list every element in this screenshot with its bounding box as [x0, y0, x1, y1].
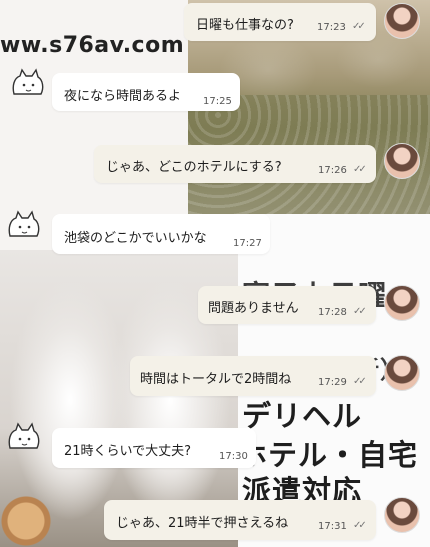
teddy-bear-icon: [0, 495, 52, 547]
double-check-icon: ✓✓: [353, 376, 367, 387]
message-time: 17:28: [318, 307, 347, 318]
message-bubble-outgoing[interactable]: 問題ありません 17:28 ✓✓: [198, 286, 376, 324]
background-text-3: デリヘル: [242, 399, 363, 433]
message-bubble-incoming[interactable]: 池袋のどこかでいいかな 17:27: [52, 214, 270, 254]
watermark: ww.s76av.com: [0, 33, 185, 58]
user-avatar[interactable]: [384, 143, 420, 179]
double-check-icon: ✓✓: [353, 520, 367, 531]
message-time: 17:25: [203, 96, 232, 107]
message-text: 池袋のどこかでいいかな: [64, 231, 207, 246]
message-text: 夜になら時間あるよ: [64, 89, 182, 104]
user-avatar[interactable]: [384, 3, 420, 39]
user-avatar[interactable]: [384, 285, 420, 321]
message-time: 17:31: [318, 521, 347, 532]
message-time: 17:30: [219, 451, 248, 462]
message-text: 21時くらいで大丈夫?: [64, 444, 192, 459]
message-bubble-incoming[interactable]: 夜になら時間あるよ 17:25: [52, 73, 240, 111]
message-time: 17:26: [318, 165, 347, 176]
double-check-icon: ✓✓: [353, 306, 367, 317]
message-time: 17:27: [233, 238, 262, 249]
message-bubble-outgoing[interactable]: 日曜も仕事なの? 17:23 ✓✓: [184, 3, 376, 41]
cat-sticker-icon: [12, 68, 44, 95]
message-text: じゃあ、どこのホテルにする?: [106, 160, 282, 175]
message-text: 問題ありません: [208, 301, 299, 316]
chat-screen: 寝子上日曜 （新） デリヘル ホテル・自宅 派遣対応 ww.s76av.com …: [0, 0, 430, 547]
message-time: 17:23: [317, 22, 346, 33]
cat-sticker-icon: [8, 210, 40, 237]
user-avatar[interactable]: [384, 355, 420, 391]
message-bubble-incoming[interactable]: 21時くらいで大丈夫? 17:30: [52, 428, 256, 468]
message-text: 日曜も仕事なの?: [196, 18, 294, 33]
message-bubble-outgoing[interactable]: じゃあ、どこのホテルにする? 17:26 ✓✓: [94, 145, 376, 183]
double-check-icon: ✓✓: [352, 21, 366, 32]
double-check-icon: ✓✓: [353, 164, 367, 175]
message-bubble-outgoing[interactable]: 時間はトータルで2時間ね 17:29 ✓✓: [130, 356, 376, 396]
user-avatar[interactable]: [384, 497, 420, 533]
message-text: じゃあ、21時半で押さえるね: [116, 516, 289, 531]
message-text: 時間はトータルで2時間ね: [140, 372, 292, 387]
message-bubble-outgoing[interactable]: じゃあ、21時半で押さえるね 17:31 ✓✓: [104, 500, 376, 540]
message-time: 17:29: [318, 377, 347, 388]
cat-sticker-icon: [8, 422, 40, 449]
